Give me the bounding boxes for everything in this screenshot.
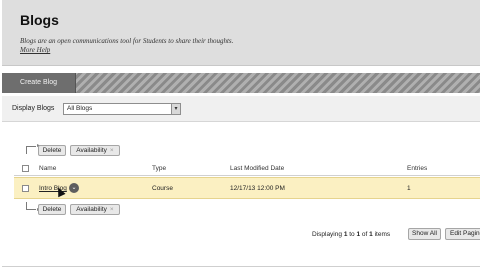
delete-button-bottom[interactable]: Delete bbox=[38, 204, 66, 215]
footer-divider bbox=[2, 266, 480, 267]
create-blog-button[interactable]: Create Blog bbox=[2, 73, 76, 93]
chevron-down-icon[interactable]: ▾ bbox=[171, 104, 180, 114]
availability-button-top[interactable]: Availability × bbox=[70, 145, 120, 156]
blog-modified-date: 12/17/13 12:00 PM bbox=[230, 185, 285, 192]
dropdown-x-icon: × bbox=[109, 147, 114, 154]
page-header: Blogs Blogs are an open communications t… bbox=[2, 0, 480, 66]
column-last-modified[interactable]: Last Modified Date bbox=[230, 165, 284, 172]
blog-entries: 1 bbox=[407, 185, 411, 192]
select-all-checkbox[interactable] bbox=[22, 165, 29, 172]
availability-button-bottom[interactable]: Availability × bbox=[70, 204, 120, 215]
page-description: Blogs are an open communications tool fo… bbox=[20, 37, 234, 45]
column-entries[interactable]: Entries bbox=[407, 165, 427, 172]
bottom-arrow-icon: ▸ bbox=[26, 202, 40, 213]
pagination-status: Displaying 1 to 1 of 1 items bbox=[312, 231, 391, 238]
top-arrow-icon: ▸ bbox=[26, 143, 40, 154]
blog-type: Course bbox=[152, 185, 173, 192]
display-blogs-select[interactable]: All Blogs ▾ bbox=[63, 103, 181, 115]
display-blogs-label: Display Blogs bbox=[12, 105, 55, 112]
action-bar: Create Blog bbox=[2, 73, 480, 93]
chevron-down-icon[interactable]: ⌄ bbox=[69, 183, 79, 193]
dropdown-x-icon: × bbox=[109, 206, 114, 213]
page-title: Blogs bbox=[20, 12, 59, 28]
more-help-link[interactable]: More Help bbox=[20, 46, 50, 54]
edit-paging-button[interactable]: Edit Paging bbox=[445, 228, 480, 240]
table-header: Name Type Last Modified Date Entries bbox=[14, 162, 480, 176]
table-row[interactable]: Intro Blog ⌄ Course 12/17/13 12:00 PM 1 bbox=[14, 177, 480, 199]
delete-button-top[interactable]: Delete bbox=[38, 145, 66, 156]
show-all-button[interactable]: Show All bbox=[408, 228, 441, 240]
row-checkbox[interactable] bbox=[22, 185, 29, 192]
display-blogs-value: All Blogs bbox=[67, 105, 93, 112]
filter-bar: Display Blogs All Blogs ▾ bbox=[2, 96, 480, 122]
column-name[interactable]: Name bbox=[39, 165, 56, 172]
column-type[interactable]: Type bbox=[152, 165, 166, 172]
